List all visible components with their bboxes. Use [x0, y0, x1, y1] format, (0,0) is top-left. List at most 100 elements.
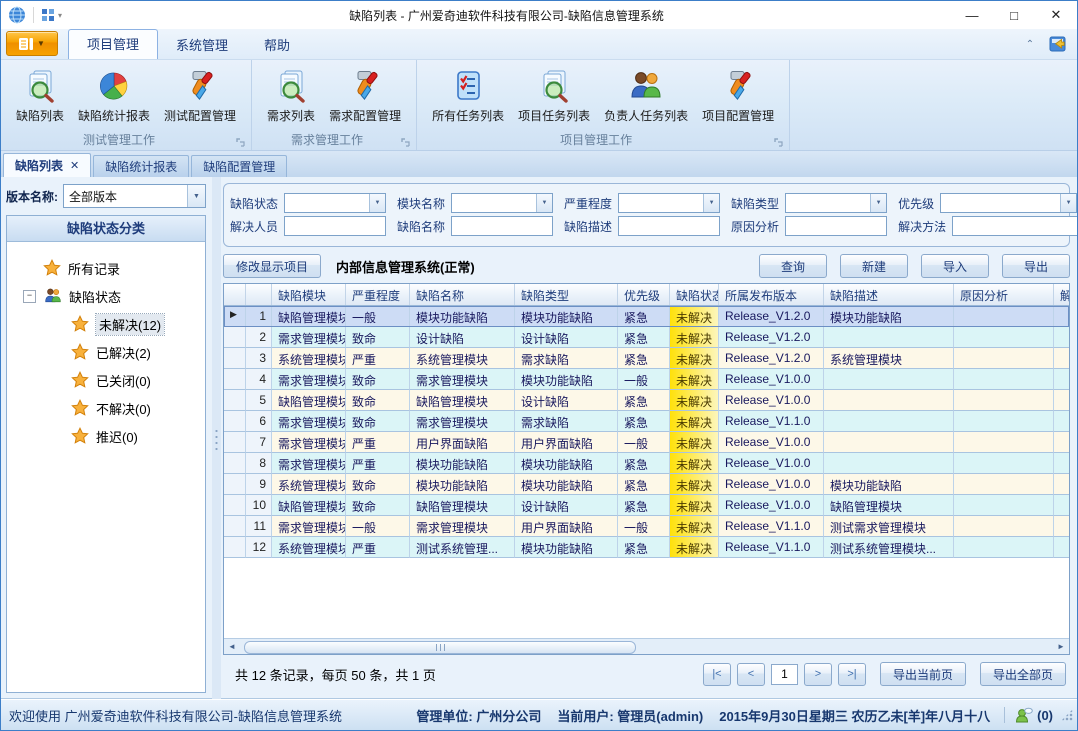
help-about-icon[interactable]	[1049, 34, 1069, 54]
cell-solution[interactable]	[1054, 432, 1070, 453]
cell-type[interactable]: 设计缺陷	[515, 495, 618, 516]
cell-version[interactable]: Release_V1.0.0	[719, 369, 824, 390]
row-selector-cell[interactable]	[224, 327, 246, 348]
cell-severity[interactable]: 一般	[346, 306, 410, 327]
cell-name[interactable]: 系统管理模块	[410, 348, 515, 369]
doc-tab-1[interactable]: 缺陷列表✕	[3, 153, 91, 177]
cell-severity[interactable]: 致命	[346, 411, 410, 432]
cell-name[interactable]: 需求管理模块	[410, 516, 515, 537]
cell-desc[interactable]: 模块功能缺陷	[824, 306, 954, 327]
cell-severity[interactable]: 严重	[346, 537, 410, 558]
cell-version[interactable]: Release_V1.2.0	[719, 348, 824, 369]
cell-module[interactable]: 需求管理模块	[272, 516, 346, 537]
cell-name[interactable]: 测试系统管理...	[410, 537, 515, 558]
cell-status[interactable]: 未解决	[670, 369, 719, 390]
column-header-缺陷类型[interactable]: 缺陷类型	[515, 284, 618, 305]
dialog-launcher-icon[interactable]	[401, 136, 412, 147]
cell-analysis[interactable]	[954, 432, 1054, 453]
row-number-cell[interactable]: 3	[246, 348, 272, 369]
cell-status[interactable]: 未解决	[670, 474, 719, 495]
version-combo[interactable]: 全部版本 ▼	[63, 184, 206, 208]
cell-module[interactable]: 需求管理模块	[272, 327, 346, 348]
dialog-launcher-icon[interactable]	[236, 136, 247, 147]
row-number-cell[interactable]: 1	[246, 306, 272, 327]
chevron-down-icon[interactable]: ▼	[1060, 194, 1076, 212]
cell-priority[interactable]: 紧急	[618, 474, 670, 495]
cell-severity[interactable]: 致命	[346, 369, 410, 390]
column-header-解决方法[interactable]: 解决方法	[1054, 284, 1070, 305]
cell-desc[interactable]: 缺陷管理模块	[824, 495, 954, 516]
cell-severity[interactable]: 致命	[346, 327, 410, 348]
cell-priority[interactable]: 紧急	[618, 348, 670, 369]
缺陷类型-combo[interactable]: ▼	[785, 193, 887, 213]
ribbon-button-负责人任务列表[interactable]: 负责人任务列表	[597, 63, 695, 127]
查询-button[interactable]: 查询	[759, 254, 827, 278]
tree-item-已解决(2)[interactable]: 已解决(2)	[11, 338, 201, 366]
page-number-input[interactable]	[771, 664, 798, 685]
ribbon-button-测试配置管理[interactable]: 测试配置管理	[157, 63, 243, 127]
cell-solution[interactable]	[1054, 369, 1070, 390]
row-number-cell[interactable]: 2	[246, 327, 272, 348]
close-button[interactable]: ✕	[1035, 1, 1077, 29]
解决人员-input[interactable]	[284, 216, 386, 236]
cell-status[interactable]: 未解决	[670, 348, 719, 369]
column-header-缺陷描述[interactable]: 缺陷描述	[824, 284, 954, 305]
last-page-button[interactable]: >|	[838, 663, 866, 686]
cell-status[interactable]: 未解决	[670, 306, 719, 327]
chevron-down-icon[interactable]: ▼	[369, 194, 385, 212]
cell-module[interactable]: 需求管理模块	[272, 369, 346, 390]
table-row[interactable]: 8需求管理模块严重模块功能缺陷模块功能缺陷紧急未解决Release_V1.0.0	[224, 453, 1069, 474]
ribbon-button-项目任务列表[interactable]: 项目任务列表	[511, 63, 597, 127]
tree-item-不解决(0)[interactable]: 不解决(0)	[11, 394, 201, 422]
cell-type[interactable]: 模块功能缺陷	[515, 306, 618, 327]
cell-severity[interactable]: 一般	[346, 516, 410, 537]
cell-name[interactable]: 需求管理模块	[410, 369, 515, 390]
cell-name[interactable]: 模块功能缺陷	[410, 474, 515, 495]
cell-desc[interactable]	[824, 411, 954, 432]
ribbon-button-项目配置管理[interactable]: 项目配置管理	[695, 63, 781, 127]
ribbon-button-缺陷统计报表[interactable]: 缺陷统计报表	[71, 63, 157, 127]
cell-type[interactable]: 模块功能缺陷	[515, 537, 618, 558]
table-row[interactable]: 7需求管理模块严重用户界面缺陷用户界面缺陷一般未解决Release_V1.0.0	[224, 432, 1069, 453]
row-selector-cell[interactable]	[224, 348, 246, 369]
cell-desc[interactable]: 系统管理模块	[824, 348, 954, 369]
row-number-cell[interactable]: 12	[246, 537, 272, 558]
cell-version[interactable]: Release_V1.0.0	[719, 495, 824, 516]
cell-solution[interactable]	[1054, 390, 1070, 411]
cell-status[interactable]: 未解决	[670, 432, 719, 453]
cell-type[interactable]: 模块功能缺陷	[515, 474, 618, 495]
cell-priority[interactable]: 紧急	[618, 453, 670, 474]
cell-module[interactable]: 缺陷管理模块	[272, 306, 346, 327]
cell-status[interactable]: 未解决	[670, 495, 719, 516]
cell-type[interactable]: 模块功能缺陷	[515, 369, 618, 390]
cell-desc[interactable]	[824, 369, 954, 390]
row-number-cell[interactable]: 4	[246, 369, 272, 390]
table-row[interactable]: 11需求管理模块一般需求管理模块用户界面缺陷一般未解决Release_V1.1.…	[224, 516, 1069, 537]
table-row[interactable]: 12系统管理模块严重测试系统管理...模块功能缺陷紧急未解决Release_V1…	[224, 537, 1069, 558]
collapse-ribbon-icon[interactable]: ⌃	[1019, 35, 1041, 53]
column-header-缺陷模块[interactable]: 缺陷模块	[272, 284, 346, 305]
cell-name[interactable]: 模块功能缺陷	[410, 306, 515, 327]
row-selector-cell[interactable]	[224, 432, 246, 453]
cell-status[interactable]: 未解决	[670, 327, 719, 348]
导出-button[interactable]: 导出	[1002, 254, 1070, 278]
cell-type[interactable]: 用户界面缺陷	[515, 432, 618, 453]
cell-solution[interactable]	[1054, 537, 1070, 558]
tree-item-已关闭(0)[interactable]: 已关闭(0)	[11, 366, 201, 394]
cell-analysis[interactable]	[954, 516, 1054, 537]
cell-desc[interactable]	[824, 327, 954, 348]
cell-type[interactable]: 需求缺陷	[515, 411, 618, 432]
chevron-down-icon[interactable]: ▼	[703, 194, 719, 212]
table-row[interactable]: 10缺陷管理模块致命缺陷管理模块设计缺陷紧急未解决Release_V1.0.0缺…	[224, 495, 1069, 516]
scrollbar-thumb[interactable]	[244, 641, 636, 654]
cell-solution[interactable]	[1054, 495, 1070, 516]
cell-priority[interactable]: 一般	[618, 369, 670, 390]
table-row[interactable]: 3系统管理模块严重系统管理模块需求缺陷紧急未解决Release_V1.2.0系统…	[224, 348, 1069, 369]
缺陷描述-input[interactable]	[618, 216, 720, 236]
cell-version[interactable]: Release_V1.0.0	[719, 390, 824, 411]
cell-analysis[interactable]	[954, 306, 1054, 327]
cell-module[interactable]: 需求管理模块	[272, 411, 346, 432]
原因分析-input[interactable]	[785, 216, 887, 236]
cell-priority[interactable]: 紧急	[618, 327, 670, 348]
table-row[interactable]: 5缺陷管理模块致命缺陷管理模块设计缺陷紧急未解决Release_V1.0.0	[224, 390, 1069, 411]
